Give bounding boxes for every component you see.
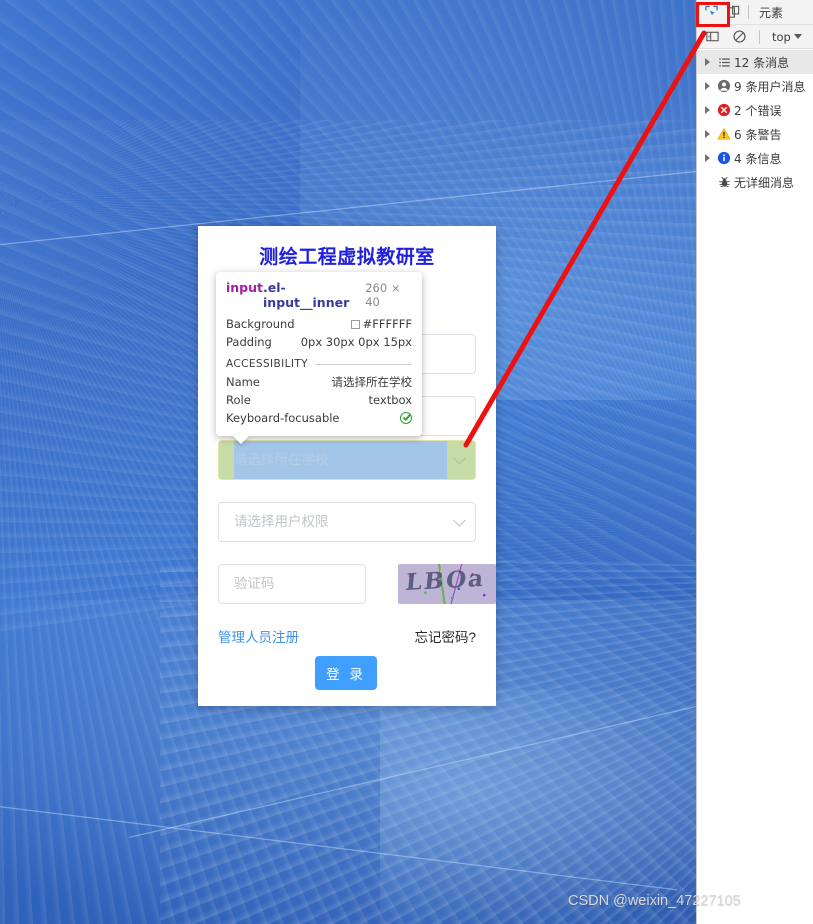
devtools-console-toolbar: top	[697, 25, 813, 49]
console-sidebar-item-label: 无详细消息	[734, 175, 795, 190]
inspector-accessibility-label: ACCESSIBILITY	[226, 358, 308, 370]
forgot-password-link[interactable]: 忘记密码?	[414, 626, 476, 646]
inspector-a11y-focusable-label: Keyboard-focusable	[226, 411, 340, 425]
error-icon	[714, 103, 734, 117]
console-toolbar-divider	[759, 29, 760, 44]
inspector-background-hex: #FFFFFF	[362, 317, 412, 331]
inspector-background-label: Background	[226, 317, 295, 331]
inspector-row-a11y-focusable: Keyboard-focusable	[226, 409, 412, 427]
inspector-element-class: .el-input__inner	[263, 280, 350, 310]
inspector-row-background: Background #FFFFFF	[226, 315, 412, 333]
console-sidebar-item-label: 4 条信息	[734, 151, 782, 166]
user-icon	[714, 79, 734, 93]
expand-arrow-icon[interactable]	[701, 82, 714, 90]
wallpaper-glow-bottom	[380, 690, 696, 924]
console-sidebar-item-label: 9 条用户消息	[734, 79, 806, 94]
console-sidebar-item-warnings[interactable]: 6 条警告	[697, 122, 813, 146]
inspector-a11y-name-label: Name	[226, 375, 260, 389]
inspector-row-a11y-role: Role textbox	[226, 391, 412, 409]
school-select-input[interactable]: 请选择所在学校	[218, 440, 476, 480]
console-sidebar-item-label: 12 条消息	[734, 55, 790, 70]
device-toolbar-icon[interactable]	[722, 2, 744, 23]
captcha-input[interactable]: 验证码	[218, 564, 366, 604]
role-select-input[interactable]: 请选择用户权限	[218, 502, 476, 542]
chevron-down-icon	[453, 451, 466, 465]
console-sidebar: 12 条消息 9 条用户消息 2 个错误 6 条警告 4 条信息 无详细消息	[697, 49, 813, 194]
console-sidebar-icon[interactable]	[701, 26, 723, 47]
console-sidebar-item-label: 6 条警告	[734, 127, 782, 142]
wallpaper-streak-3	[0, 801, 678, 891]
devtools-panel: 元素 top 12 条消息 9 条用户消息 2 个错误 6 条警告 4 条信息 …	[696, 0, 813, 924]
school-placeholder: 请选择所在学校	[234, 452, 329, 468]
expand-arrow-icon[interactable]	[701, 58, 714, 66]
list-icon	[714, 56, 734, 69]
inspector-row-a11y-name: Name 请选择所在学校	[226, 373, 412, 391]
inspector-padding-value: 0px 30px 0px 15px	[300, 335, 412, 349]
wallpaper-streak-2	[128, 683, 696, 839]
tab-elements[interactable]: 元素	[753, 4, 789, 21]
register-link[interactable]: 管理人员注册	[218, 626, 299, 646]
console-sidebar-item-all[interactable]: 12 条消息	[697, 50, 813, 74]
console-sidebar-item-info[interactable]: 4 条信息	[697, 146, 813, 170]
captcha-placeholder: 验证码	[234, 576, 275, 592]
inspector-tooltip: input .el-input__inner 260 × 40 Backgrou…	[216, 272, 422, 444]
console-sidebar-item-user-messages[interactable]: 9 条用户消息	[697, 74, 813, 98]
chevron-down-icon	[793, 34, 802, 39]
console-sidebar-item-errors[interactable]: 2 个错误	[697, 98, 813, 122]
inspect-element-icon[interactable]	[700, 2, 722, 23]
chevron-down-icon	[453, 513, 466, 527]
execution-context-label: top	[772, 29, 791, 44]
captcha-image[interactable]: LBOa	[398, 564, 496, 604]
devtools-main-toolbar: 元素	[697, 0, 813, 25]
role-field-wrapper: 请选择用户权限	[218, 502, 476, 542]
inspector-a11y-role-value: textbox	[368, 393, 412, 407]
inspector-a11y-name-value: 请选择所在学校	[331, 375, 413, 389]
inspector-tooltip-pointer	[232, 435, 250, 444]
page-title: 测绘工程虚拟教研室	[259, 247, 435, 268]
verbose-icon	[714, 176, 734, 189]
inspector-element-tag: input	[226, 280, 264, 295]
csdn-watermark: CSDN @weixin_47227105	[568, 893, 741, 909]
execution-context-selector[interactable]: top	[769, 29, 805, 45]
color-swatch-icon	[350, 320, 360, 329]
warning-icon	[714, 127, 734, 141]
inspector-padding-label: Padding	[226, 335, 272, 349]
info-icon	[714, 151, 734, 165]
inspector-accessibility-section: ACCESSIBILITY	[226, 358, 412, 370]
inspector-a11y-role-label: Role	[226, 393, 251, 407]
inspector-tooltip-header: input .el-input__inner 260 × 40	[226, 280, 412, 310]
inspector-a11y-focusable-value	[400, 409, 412, 427]
console-sidebar-item-verbose[interactable]: 无详细消息	[697, 170, 813, 194]
check-icon	[400, 412, 412, 424]
captcha-row: 验证码 LBOa	[218, 564, 496, 604]
console-sidebar-item-label: 2 个错误	[734, 103, 782, 118]
role-placeholder: 请选择用户权限	[234, 514, 329, 530]
expand-arrow-icon[interactable]	[701, 106, 714, 114]
login-button[interactable]: 登 录	[315, 656, 377, 690]
school-field-wrapper: 请选择所在学校	[218, 440, 476, 480]
expand-arrow-icon[interactable]	[701, 154, 714, 162]
inspector-section-divider	[315, 363, 412, 365]
inspector-row-padding: Padding 0px 30px 0px 15px	[226, 333, 412, 351]
toolbar-divider	[748, 5, 749, 19]
inspector-element-dimensions: 260 × 40	[365, 281, 401, 309]
expand-arrow-icon[interactable]	[701, 130, 714, 138]
clear-console-icon[interactable]	[728, 26, 750, 47]
captcha-text: LBOa	[404, 564, 487, 597]
inspector-background-value: #FFFFFF	[350, 315, 412, 333]
